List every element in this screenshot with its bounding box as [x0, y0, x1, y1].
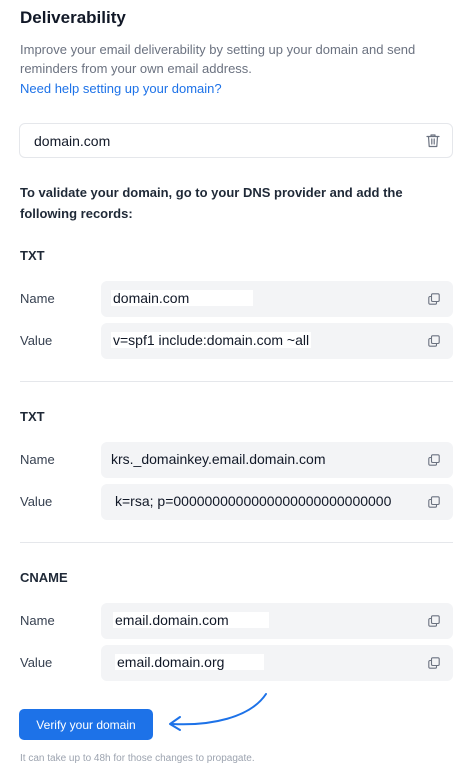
record-value-field[interactable]: email.domain.org [101, 645, 453, 681]
value-label: Value [20, 333, 53, 348]
record-value-field[interactable]: k=rsa; p=0000000000000000000000000000 [101, 484, 453, 520]
record-type: TXT [20, 409, 45, 424]
arrow-icon [169, 693, 267, 731]
trash-icon[interactable] [426, 133, 440, 148]
record-name-field[interactable]: krs._domainkey.email.domain.com [101, 442, 453, 478]
record-value-text: k=rsa; p=0000000000000000000000000000 [115, 493, 392, 509]
copy-icon[interactable] [428, 496, 440, 508]
copy-icon[interactable] [428, 615, 440, 627]
deliverability-title: Deliverability [20, 8, 126, 27]
record-value-field[interactable]: v=spf1 include:domain.com ~all [101, 323, 453, 359]
record-type: TXT [20, 248, 45, 263]
record-name-value: krs._domainkey.email.domain.com [111, 451, 326, 467]
record-type: CNAME [20, 570, 68, 585]
record-name-field[interactable]: domain.com [101, 281, 453, 317]
record-value-text: v=spf1 include:domain.com ~all [111, 332, 312, 348]
value-label: Value [20, 494, 53, 509]
section-divider [20, 542, 453, 543]
verify-domain-button[interactable]: Verify your domain [19, 709, 153, 740]
value-label: Value [20, 655, 53, 670]
copy-icon[interactable] [428, 335, 440, 347]
copy-icon[interactable] [428, 454, 440, 466]
help-link[interactable]: Need help setting up your domain? [20, 81, 222, 96]
section-divider [20, 381, 453, 382]
name-label: Name [20, 613, 55, 628]
name-label: Name [20, 452, 55, 467]
record-name-value: domain.com [111, 290, 254, 306]
instructions-text: To validate your domain, go to your DNS … [20, 185, 403, 221]
copy-icon[interactable] [428, 657, 440, 669]
deliverability-description: Improve your email deliverability by set… [20, 42, 416, 76]
name-label: Name [20, 291, 55, 306]
record-name-value: email.domain.com [113, 612, 269, 628]
record-value-text: email.domain.org [115, 654, 265, 670]
domain-value: domain.com [34, 133, 111, 149]
propagation-footnote: It can take up to 48h for those changes … [20, 753, 255, 764]
copy-icon[interactable] [428, 293, 440, 305]
record-name-field[interactable]: email.domain.com [101, 603, 453, 639]
domain-field[interactable]: domain.com [19, 123, 453, 158]
